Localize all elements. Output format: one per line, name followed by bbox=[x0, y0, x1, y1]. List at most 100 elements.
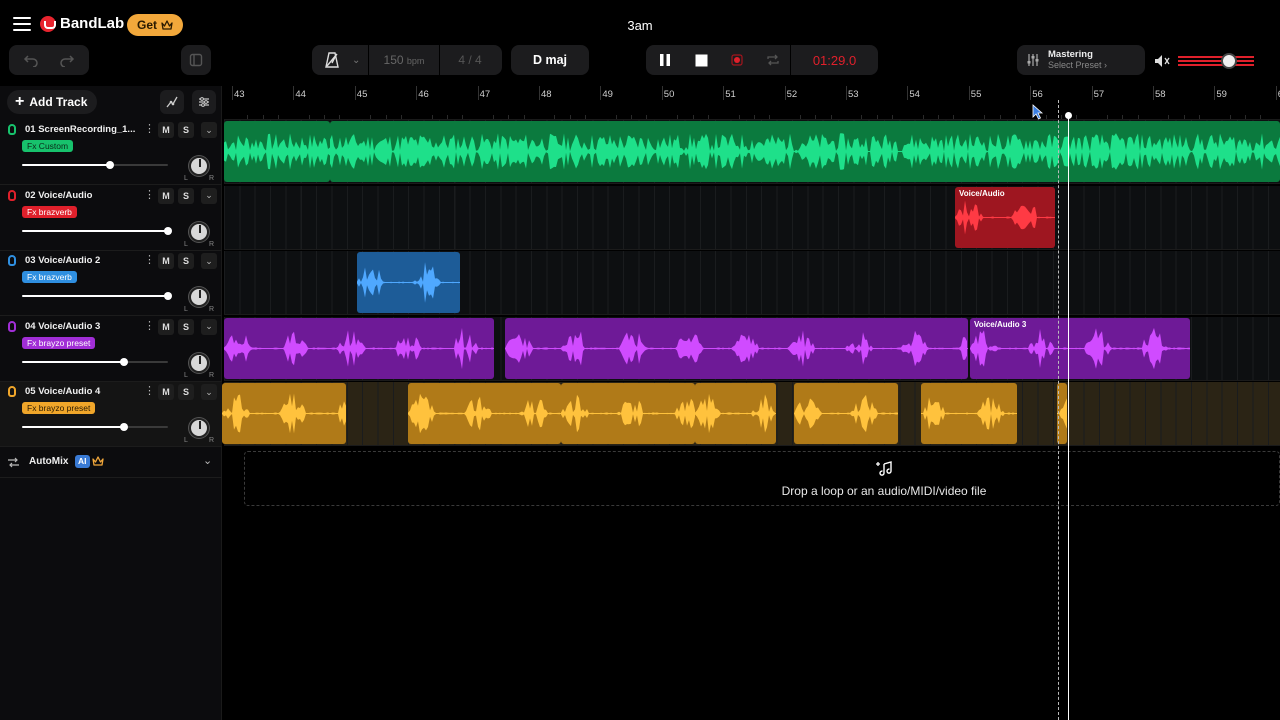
bar-number: 56 bbox=[1032, 89, 1043, 100]
audio-clip[interactable] bbox=[921, 383, 1017, 444]
track-lane[interactable]: Voice/Audio bbox=[224, 185, 1280, 250]
audio-clip[interactable]: Voice/Audio 3 bbox=[970, 317, 1190, 379]
fx-chip[interactable]: Fx Custom bbox=[22, 140, 74, 152]
mute-button[interactable]: M bbox=[158, 122, 174, 138]
beat-tick bbox=[1122, 115, 1124, 119]
more-options-icon[interactable]: ⋮ bbox=[144, 189, 155, 201]
timeline-ruler[interactable]: 434445464748495051525354555657585960 bbox=[224, 86, 1280, 120]
key-button[interactable]: D maj bbox=[511, 45, 589, 75]
mute-button[interactable]: M bbox=[158, 384, 174, 400]
solo-button[interactable]: S bbox=[178, 187, 194, 204]
chevron-down-icon[interactable]: ⌄ bbox=[201, 318, 217, 335]
master-volume-thumb[interactable] bbox=[1221, 53, 1237, 69]
track-lane[interactable] bbox=[224, 120, 1280, 184]
track-name[interactable]: 01 ScreenRecording_1... bbox=[25, 124, 137, 135]
more-options-icon[interactable]: ⋮ bbox=[144, 254, 155, 266]
audio-clip[interactable] bbox=[505, 317, 968, 379]
track-volume-slider[interactable] bbox=[22, 226, 172, 235]
volume-thumb[interactable] bbox=[164, 292, 172, 300]
pause-button[interactable] bbox=[646, 53, 684, 67]
track-name[interactable]: 03 Voice/Audio 2 bbox=[25, 255, 137, 266]
volume-thumb[interactable] bbox=[120, 423, 128, 431]
track-volume-slider[interactable] bbox=[22, 292, 172, 300]
playhead-handle[interactable] bbox=[1065, 112, 1072, 119]
volume-thumb[interactable] bbox=[164, 226, 172, 235]
mute-button[interactable]: M bbox=[158, 187, 174, 204]
add-track-button[interactable]: + Add Track bbox=[7, 90, 98, 114]
more-options-icon[interactable]: ⋮ bbox=[144, 320, 155, 332]
microphone-icon bbox=[8, 320, 16, 332]
chevron-down-icon[interactable]: ⌄ bbox=[201, 122, 217, 138]
volume-thumb[interactable] bbox=[120, 357, 128, 366]
fx-chip[interactable]: Fx brayzo preset bbox=[22, 336, 96, 349]
audio-clip[interactable] bbox=[408, 383, 561, 444]
pan-knob[interactable] bbox=[189, 221, 209, 242]
track-header[interactable]: 03 Voice/Audio 2 ⋮ M S ⌄ Fx brazverb L R bbox=[0, 251, 222, 316]
pan-knob[interactable] bbox=[189, 352, 209, 373]
audio-clip[interactable] bbox=[561, 383, 695, 444]
track-header[interactable]: 01 ScreenRecording_1... ⋮ M S ⌄ Fx Custo… bbox=[0, 120, 222, 185]
pan-knob[interactable] bbox=[189, 287, 209, 307]
loop-button[interactable] bbox=[756, 54, 790, 66]
mute-button[interactable]: M bbox=[158, 253, 174, 269]
solo-button[interactable]: S bbox=[178, 318, 194, 335]
song-title[interactable]: 3am bbox=[0, 18, 1280, 33]
mixer-button[interactable] bbox=[192, 90, 216, 114]
chevron-down-icon[interactable]: ⌄ bbox=[201, 253, 217, 269]
solo-button[interactable]: S bbox=[178, 384, 194, 400]
audio-clip[interactable] bbox=[794, 383, 898, 444]
mastering-button[interactable]: Mastering Select Preset › bbox=[1017, 45, 1145, 75]
more-options-icon[interactable]: ⋮ bbox=[144, 385, 155, 397]
fx-chip[interactable]: Fx brazverb bbox=[22, 205, 77, 218]
solo-button[interactable]: S bbox=[178, 253, 194, 269]
audio-clip[interactable] bbox=[224, 317, 494, 379]
volume-thumb[interactable] bbox=[106, 161, 114, 169]
undo-icon[interactable] bbox=[23, 53, 39, 67]
waveform-shape bbox=[330, 133, 1280, 170]
metronome-button[interactable] bbox=[312, 52, 352, 68]
pan-knob[interactable] bbox=[189, 418, 209, 438]
audio-clip[interactable] bbox=[695, 383, 776, 444]
beat-tick bbox=[738, 115, 740, 119]
track-volume-slider[interactable] bbox=[22, 161, 168, 169]
track-lane[interactable]: Voice/Audio 3 bbox=[224, 316, 1280, 381]
track-name[interactable]: 02 Voice/Audio bbox=[25, 190, 137, 201]
chevron-down-icon[interactable]: ⌄ bbox=[201, 187, 217, 204]
audio-clip[interactable]: Voice/Audio bbox=[955, 186, 1055, 248]
tempo-display[interactable]: 150 bpm bbox=[369, 53, 439, 67]
solo-button[interactable]: S bbox=[178, 122, 194, 138]
mute-button[interactable]: M bbox=[158, 318, 174, 335]
track-header[interactable]: 04 Voice/Audio 3 ⋮ M S ⌄ Fx brayzo prese… bbox=[0, 317, 222, 382]
chevron-down-icon[interactable]: ⌄ bbox=[201, 384, 217, 400]
playhead[interactable] bbox=[1068, 113, 1069, 720]
audio-clip[interactable] bbox=[357, 252, 460, 313]
speaker-icon[interactable] bbox=[1154, 54, 1170, 68]
track-name[interactable]: 04 Voice/Audio 3 bbox=[25, 321, 137, 332]
track-lane[interactable] bbox=[222, 382, 1280, 446]
metronome-dropdown-icon[interactable]: ⌄ bbox=[352, 55, 368, 66]
fx-chip[interactable]: Fx brayzo preset bbox=[22, 402, 96, 414]
track-volume-slider[interactable] bbox=[22, 423, 168, 431]
stop-button[interactable] bbox=[684, 54, 718, 67]
loop-marker[interactable] bbox=[1058, 100, 1059, 720]
audio-clip[interactable] bbox=[224, 121, 330, 182]
pan-knob[interactable] bbox=[189, 156, 209, 176]
track-volume-slider[interactable] bbox=[22, 357, 168, 366]
master-volume-slider[interactable] bbox=[1178, 53, 1254, 69]
more-options-icon[interactable]: ⋮ bbox=[144, 123, 155, 135]
track-header[interactable]: 05 Voice/Audio 4 ⋮ M S ⌄ Fx brayzo prese… bbox=[0, 382, 222, 447]
chevron-down-icon[interactable]: ⌄ bbox=[203, 454, 212, 467]
track-name[interactable]: 05 Voice/Audio 4 bbox=[25, 386, 137, 397]
record-button[interactable] bbox=[718, 54, 756, 66]
redo-icon[interactable] bbox=[59, 53, 75, 67]
fx-chip[interactable]: Fx brazverb bbox=[22, 271, 77, 283]
audio-clip[interactable] bbox=[222, 383, 346, 444]
time-signature[interactable]: 4 / 4 bbox=[440, 53, 500, 67]
sidebar-toggle-button[interactable] bbox=[181, 45, 211, 75]
volume-fill bbox=[22, 426, 124, 428]
track-header[interactable]: 02 Voice/Audio ⋮ M S ⌄ Fx brazverb L R bbox=[0, 186, 222, 251]
track-lane[interactable] bbox=[224, 251, 1280, 315]
automix-row[interactable]: AutoMix AI ⌄ bbox=[0, 448, 222, 478]
audio-clip[interactable] bbox=[330, 121, 1280, 182]
automation-button[interactable] bbox=[160, 90, 184, 114]
